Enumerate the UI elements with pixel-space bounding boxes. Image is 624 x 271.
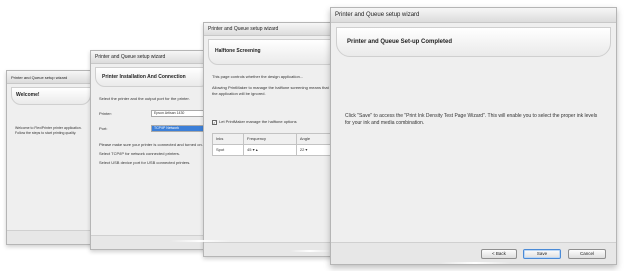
table-header-inks: Inks (211, 133, 245, 145)
welcome-dialog: Printer and Queue setup wizard Welcome! … (6, 70, 96, 245)
printer-label: Printer: (99, 110, 112, 116)
installation-note-3: Select USB device port for USB connected… (99, 160, 191, 165)
frequency-stepper[interactable]: 45 ▾ ▴ (243, 144, 297, 156)
completed-message: Click "Save" to access the "Print Ink De… (345, 113, 598, 126)
table-header-angle: Angle (295, 133, 333, 145)
installation-intro: Select the printer and the output port f… (99, 96, 190, 101)
halftone-text-1: This page controls whether the design ap… (212, 74, 304, 79)
installation-note-1: Please make sure your printer is connect… (99, 142, 203, 147)
halftone-checkbox-label: Let PrintMaker manage the halftone optio… (219, 119, 297, 124)
installation-dialog-title: Printer and Queue setup wizard (91, 51, 214, 64)
installation-dialog: Printer and Queue setup wizard Printer I… (90, 50, 215, 250)
halftone-table: Inks Frequency Angle Spot 45 ▾ ▴ 22 ▾ (211, 133, 333, 156)
table-row[interactable]: Spot 45 ▾ ▴ 22 ▾ (211, 144, 333, 156)
completed-dialog: Printer and Queue setup wizard Printer a… (330, 7, 617, 265)
angle-stepper[interactable]: 22 ▾ (295, 144, 333, 156)
installation-footer (91, 235, 214, 249)
halftone-text-2: Allowing PrintMaker to manage the halfto… (212, 85, 329, 96)
welcome-dialog-title: Printer and Queue setup wizard (7, 71, 95, 84)
sparkle-decoration (170, 240, 230, 242)
table-header-frequency: Frequency (243, 133, 297, 145)
completed-banner: Printer and Queue Set-up Completed (336, 27, 611, 57)
installation-note-2: Select TCP/IP for network connected prin… (99, 151, 181, 156)
halftone-dialog: Printer and Queue setup wizard Halftone … (203, 22, 343, 257)
sparkle-decoration (60, 255, 100, 257)
welcome-footer (7, 230, 95, 244)
installation-banner: Printer Installation And Connection (95, 67, 210, 87)
welcome-banner: Welcome! (11, 87, 91, 105)
printer-select[interactable]: Epson Artisan 1430 (151, 110, 206, 117)
back-button[interactable]: < Back (481, 249, 517, 259)
port-label: Port: (99, 125, 108, 131)
save-button[interactable]: Save (523, 249, 561, 259)
completed-dialog-title: Printer and Queue setup wizard (331, 8, 616, 23)
halftone-dialog-title: Printer and Queue setup wizard (204, 23, 342, 36)
completed-footer: < Back Save Cancel (331, 242, 616, 264)
halftone-checkbox[interactable]: ✓ (212, 119, 217, 125)
welcome-text: Welcome to FlexiPrinter printer applicat… (15, 126, 82, 135)
port-select[interactable]: TCP/IP Network (151, 125, 206, 132)
halftone-footer (204, 242, 342, 256)
cancel-button[interactable]: Cancel (568, 249, 606, 259)
sparkle-decoration (290, 250, 330, 252)
halftone-banner: Halftone Screening (208, 39, 338, 65)
sparkle-decoration (440, 262, 510, 264)
ink-name-cell: Spot (211, 144, 245, 156)
